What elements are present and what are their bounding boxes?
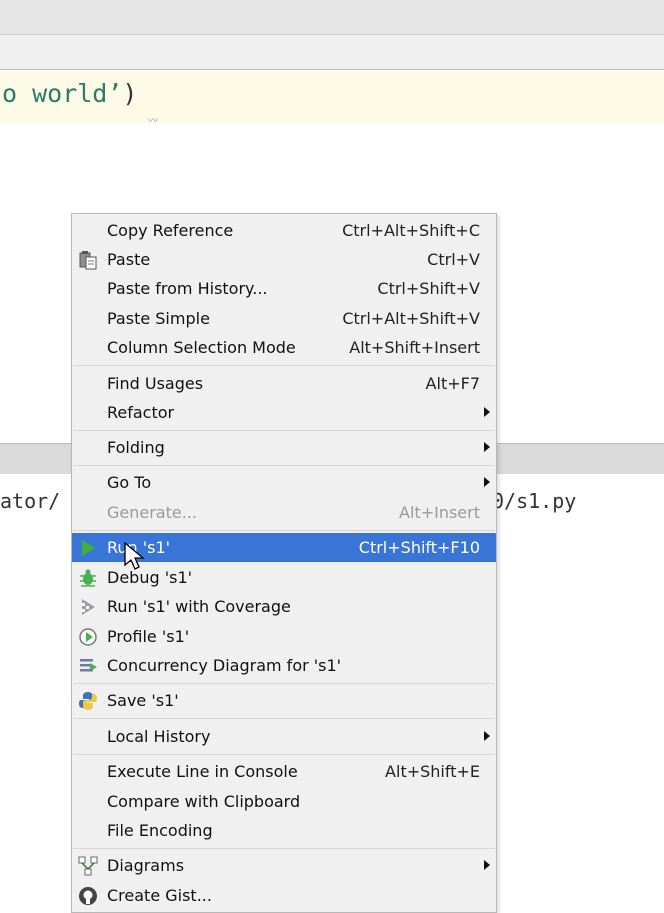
menu-item-paste-from-history[interactable]: Paste from History... Ctrl+Shift+V xyxy=(72,274,496,303)
menu-separator xyxy=(73,754,495,755)
menu-item-label: Compare with Clipboard xyxy=(107,792,301,811)
menu-item-shortcut: Ctrl+Shift+V xyxy=(377,279,480,298)
menu-item-label: Execute Line in Console xyxy=(107,762,298,781)
debug-icon xyxy=(78,568,98,588)
submenu-arrow-icon xyxy=(484,442,490,452)
menu-item-shortcut: Ctrl+Shift+F10 xyxy=(358,538,480,557)
coverage-icon xyxy=(78,597,98,617)
menu-item-label: Copy Reference xyxy=(107,221,234,240)
menu-item-paste-simple[interactable]: Paste Simple Ctrl+Alt+Shift+V xyxy=(72,304,496,333)
menu-item-shortcut: Ctrl+Alt+Shift+V xyxy=(342,309,480,328)
menu-item-label: Create Gist... xyxy=(107,886,212,905)
diagrams-icon xyxy=(78,856,98,876)
submenu-arrow-icon xyxy=(484,407,490,417)
submenu-arrow-icon xyxy=(484,477,490,487)
menu-item-save[interactable]: Save 's1' xyxy=(72,686,496,715)
menu-item-label: Diagrams xyxy=(107,856,185,875)
menu-item-file-encoding[interactable]: File Encoding xyxy=(72,816,496,845)
mouse-cursor-icon xyxy=(124,541,148,572)
github-icon xyxy=(78,886,98,906)
console-path-right: 0/s1.py xyxy=(492,489,577,513)
menu-item-label: Local History xyxy=(107,727,211,746)
menu-item-label: Run 's1' with Coverage xyxy=(107,597,291,616)
menu-item-generate: Generate... Alt+Insert xyxy=(72,498,496,527)
profile-icon xyxy=(78,627,98,647)
current-line-highlight: o world’) xyxy=(0,71,664,123)
menu-item-compare-clipboard[interactable]: Compare with Clipboard xyxy=(72,787,496,816)
menu-item-label: Generate... xyxy=(107,503,197,522)
paste-icon xyxy=(78,250,98,270)
menu-separator xyxy=(73,718,495,719)
menu-item-label: Save 's1' xyxy=(107,691,179,710)
menu-item-local-history[interactable]: Local History xyxy=(72,722,496,751)
menu-item-shortcut: Alt+Shift+E xyxy=(385,762,480,781)
menu-item-shortcut: Ctrl+V xyxy=(427,250,480,269)
menu-item-column-selection-mode[interactable]: Column Selection Mode Alt+Shift+Insert xyxy=(72,333,496,362)
menu-item-label: Go To xyxy=(107,473,152,492)
menu-item-go-to[interactable]: Go To xyxy=(72,468,496,497)
menu-item-label: Find Usages xyxy=(107,374,204,393)
menu-separator xyxy=(73,530,495,531)
menu-separator xyxy=(73,430,495,431)
window-title-bar xyxy=(0,0,664,35)
menu-separator xyxy=(73,465,495,466)
menu-separator xyxy=(73,848,495,849)
menu-item-shortcut: Alt+Insert xyxy=(399,503,480,522)
python-icon xyxy=(78,691,98,711)
menu-item-shortcut: Alt+Shift+Insert xyxy=(349,338,480,357)
menu-item-shortcut: Ctrl+Alt+Shift+C xyxy=(342,221,480,240)
menu-separator xyxy=(73,365,495,366)
menu-item-label: Paste from History... xyxy=(107,279,268,298)
menu-item-label: Column Selection Mode xyxy=(107,338,296,357)
editor-tab-strip xyxy=(0,35,664,70)
concurrency-icon xyxy=(78,656,98,676)
console-path-left: ator/ xyxy=(0,489,61,513)
menu-item-label: Concurrency Diagram for 's1' xyxy=(107,656,342,675)
code-line-text[interactable]: o world’) xyxy=(2,79,137,108)
menu-item-refactor[interactable]: Refactor xyxy=(72,398,496,427)
submenu-arrow-icon xyxy=(484,860,490,870)
code-paren: ) xyxy=(122,79,138,108)
menu-item-execute-line[interactable]: Execute Line in Console Alt+Shift+E xyxy=(72,757,496,786)
menu-item-find-usages[interactable]: Find Usages Alt+F7 xyxy=(72,369,496,398)
code-string: o world’ xyxy=(2,79,123,108)
menu-item-run-with-coverage[interactable]: Run 's1' with Coverage xyxy=(72,592,496,621)
menu-item-folding[interactable]: Folding xyxy=(72,433,496,462)
menu-item-label: Paste Simple xyxy=(107,309,210,328)
menu-item-label: File Encoding xyxy=(107,821,213,840)
menu-separator xyxy=(73,683,495,684)
menu-item-profile[interactable]: Profile 's1' xyxy=(72,622,496,651)
menu-item-concurrency-diagram[interactable]: Concurrency Diagram for 's1' xyxy=(72,651,496,680)
menu-item-label: Paste xyxy=(107,250,151,269)
submenu-arrow-icon xyxy=(484,731,490,741)
menu-item-create-gist[interactable]: Create Gist... xyxy=(72,881,496,910)
menu-item-label: Refactor xyxy=(107,403,175,422)
menu-item-shortcut: Alt+F7 xyxy=(425,374,480,393)
run-icon xyxy=(78,538,98,558)
menu-item-label: Debug 's1' xyxy=(107,568,193,587)
menu-item-copy-reference[interactable]: Copy Reference Ctrl+Alt+Shift+C xyxy=(72,216,496,245)
menu-item-label: Folding xyxy=(107,438,165,457)
menu-item-paste[interactable]: Paste Ctrl+V xyxy=(72,245,496,274)
menu-item-label: Profile 's1' xyxy=(107,627,190,646)
menu-item-diagrams[interactable]: Diagrams xyxy=(72,851,496,880)
